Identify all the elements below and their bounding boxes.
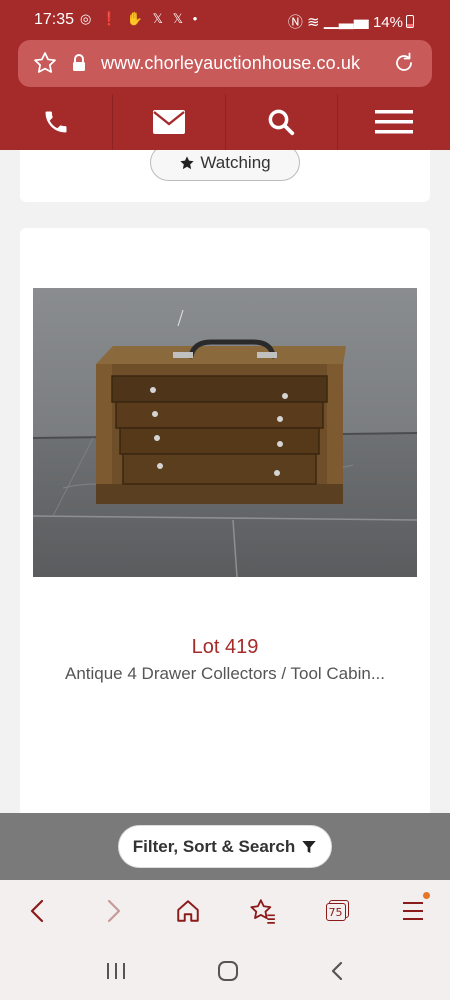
browser-tabs-button[interactable]: 75 bbox=[300, 880, 375, 942]
android-nav-bar bbox=[0, 942, 450, 1000]
recents-icon[interactable] bbox=[105, 961, 127, 981]
tabs-count: 75 bbox=[328, 905, 343, 919]
email-button[interactable] bbox=[113, 94, 226, 150]
lot-card[interactable]: Lot 419 Antique 4 Drawer Collectors / To… bbox=[20, 228, 430, 813]
lot-image[interactable] bbox=[33, 288, 417, 577]
notification-icons: ◎ ❗ ✋ 𝕏 𝕏 • bbox=[80, 11, 201, 26]
browser-back-button[interactable] bbox=[0, 880, 75, 942]
watching-label: Watching bbox=[200, 152, 271, 172]
email-icon bbox=[152, 110, 185, 134]
filter-label: Filter, Sort & Search bbox=[132, 836, 296, 856]
notification-dot bbox=[423, 892, 430, 899]
browser-toolbar: 75 bbox=[0, 880, 450, 942]
reload-icon[interactable] bbox=[392, 51, 416, 80]
lot-number[interactable]: Lot 419 bbox=[20, 636, 430, 659]
lot-listing: Watching Lot 419 Antique 4 Drawer Collec… bbox=[0, 150, 450, 813]
browser-address-area: www.chorleyauctionhouse.co.uk bbox=[0, 40, 450, 94]
back-icon[interactable] bbox=[329, 960, 345, 982]
cabinet-photo bbox=[33, 288, 417, 577]
phone-button[interactable] bbox=[0, 94, 113, 150]
home-icon bbox=[176, 900, 199, 922]
system-status: Ⓝ ≋ ▁▃▅ 14% bbox=[288, 11, 414, 32]
nfc-icon: Ⓝ bbox=[287, 14, 303, 31]
status-time: 17:35 bbox=[34, 11, 75, 28]
menu-icon bbox=[375, 110, 414, 134]
filter-bar: Filter, Sort & Search bbox=[0, 813, 450, 880]
browser-forward-button[interactable] bbox=[75, 880, 150, 942]
lock-icon[interactable] bbox=[72, 54, 86, 77]
url-text[interactable]: www.chorleyauctionhouse.co.uk bbox=[101, 53, 360, 74]
browser-home-button[interactable] bbox=[150, 880, 225, 942]
battery-percent: 14% bbox=[372, 14, 403, 31]
forward-icon bbox=[107, 899, 120, 923]
home-icon[interactable] bbox=[217, 960, 239, 982]
filter-icon bbox=[302, 840, 316, 853]
search-icon bbox=[269, 109, 295, 136]
address-bar[interactable]: www.chorleyauctionhouse.co.uk bbox=[18, 40, 432, 87]
bookmarks-icon bbox=[249, 899, 275, 924]
search-button[interactable] bbox=[226, 94, 339, 150]
lot-title[interactable]: Antique 4 Drawer Collectors / Tool Cabin… bbox=[20, 664, 430, 684]
signal-icon: ▁▃▅ bbox=[323, 14, 369, 31]
browser-bookmarks-button[interactable] bbox=[225, 880, 300, 942]
browser-menu-button[interactable] bbox=[375, 880, 450, 942]
wifi-icon: ≋ bbox=[307, 14, 320, 31]
bookmark-star-icon[interactable] bbox=[32, 50, 58, 81]
star-icon bbox=[180, 155, 195, 169]
filter-sort-search-button[interactable]: Filter, Sort & Search bbox=[118, 825, 332, 868]
menu-icon bbox=[402, 902, 423, 920]
previous-lot-card: Watching bbox=[20, 150, 430, 202]
battery-icon bbox=[406, 15, 414, 28]
menu-button[interactable] bbox=[338, 94, 450, 150]
status-bar: 17:35 ◎ ❗ ✋ 𝕏 𝕏 • Ⓝ ≋ ▁▃▅ 14% bbox=[0, 0, 450, 40]
back-icon bbox=[30, 899, 43, 923]
phone-icon bbox=[45, 111, 67, 133]
site-nav bbox=[0, 94, 450, 150]
tabs-icon: 75 bbox=[325, 900, 350, 922]
watching-button[interactable]: Watching bbox=[150, 150, 300, 181]
